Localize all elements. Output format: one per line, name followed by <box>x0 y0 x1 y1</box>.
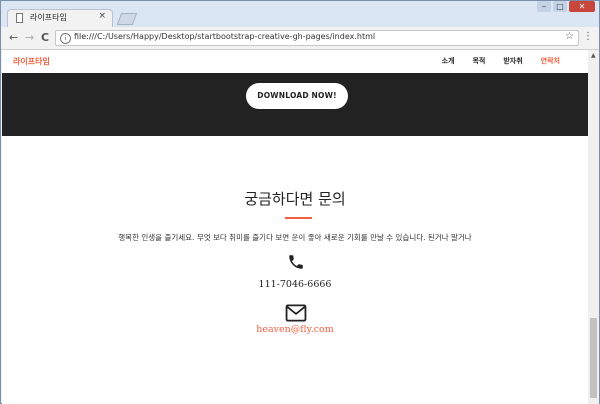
info-icon[interactable]: i <box>60 33 71 44</box>
site-brand[interactable]: 라이프타임 <box>13 56 50 67</box>
nav-link-history[interactable]: 받자취 <box>503 56 522 66</box>
tab-title: 라이프타임 <box>30 13 67 22</box>
page-scrollbar[interactable]: ▲ <box>588 50 599 404</box>
page-viewport: 라이프타임 소개 목적 받자취 연락처 DOWNLOAD NOW! 궁금하다면 … <box>2 50 588 404</box>
bookmark-star-icon[interactable]: ☆ <box>565 31 574 42</box>
scroll-up-arrow[interactable]: ▲ <box>591 52 596 59</box>
envelope-icon <box>285 304 307 322</box>
nav-link-contact[interactable]: 연락처 <box>541 56 560 66</box>
nav-link-intro[interactable]: 소개 <box>442 56 455 66</box>
contact-lead-text: 행복한 인생을 즐기세요. 무엇 보다 취미를 즐기다 보면 운이 좋아 새로운… <box>118 233 472 242</box>
browser-tab[interactable]: 라이프타임 × <box>7 9 113 27</box>
site-navbar: 라이프타임 소개 목적 받자취 연락처 <box>2 50 588 74</box>
url-text: file:///C:/Users/Happy/Desktop/startboot… <box>74 32 376 41</box>
browser-window: 라이프타임 × – □ ✕ ← → C i file:///C:/Users/H… <box>0 0 600 404</box>
browser-toolbar: ← → C i file:///C:/Users/Happy/Desktop/s… <box>1 27 599 50</box>
tab-strip: 라이프타임 × – □ ✕ <box>1 1 599 27</box>
download-section: DOWNLOAD NOW! <box>2 73 588 136</box>
contact-phone: 111-7046-6666 <box>258 279 332 290</box>
back-button[interactable]: ← <box>9 31 18 44</box>
forward-button[interactable]: → <box>25 31 34 44</box>
nav-links: 소개 목적 받자취 연락처 <box>442 56 560 66</box>
address-bar[interactable]: i file:///C:/Users/Happy/Desktop/startbo… <box>55 30 579 46</box>
download-button[interactable]: DOWNLOAD NOW! <box>246 83 348 109</box>
page-icon <box>16 13 23 23</box>
heading-divider <box>285 217 312 219</box>
phone-icon <box>289 255 303 269</box>
tab-close-button[interactable]: × <box>98 11 106 21</box>
maximize-button[interactable]: □ <box>553 1 567 12</box>
scrollbar-thumb[interactable] <box>590 318 597 398</box>
browser-menu-button[interactable]: ⋮ <box>583 31 593 42</box>
nav-link-purpose[interactable]: 목적 <box>472 56 485 66</box>
contact-email-link[interactable]: heaven@fly.com <box>2 324 588 335</box>
minimize-button[interactable]: – <box>537 1 551 12</box>
window-controls: – □ ✕ <box>537 1 595 13</box>
contact-heading: 궁금하다면 문의 <box>244 190 346 208</box>
new-tab-button[interactable] <box>116 13 138 25</box>
close-window-button[interactable]: ✕ <box>569 1 595 12</box>
reload-button[interactable]: C <box>41 31 49 44</box>
